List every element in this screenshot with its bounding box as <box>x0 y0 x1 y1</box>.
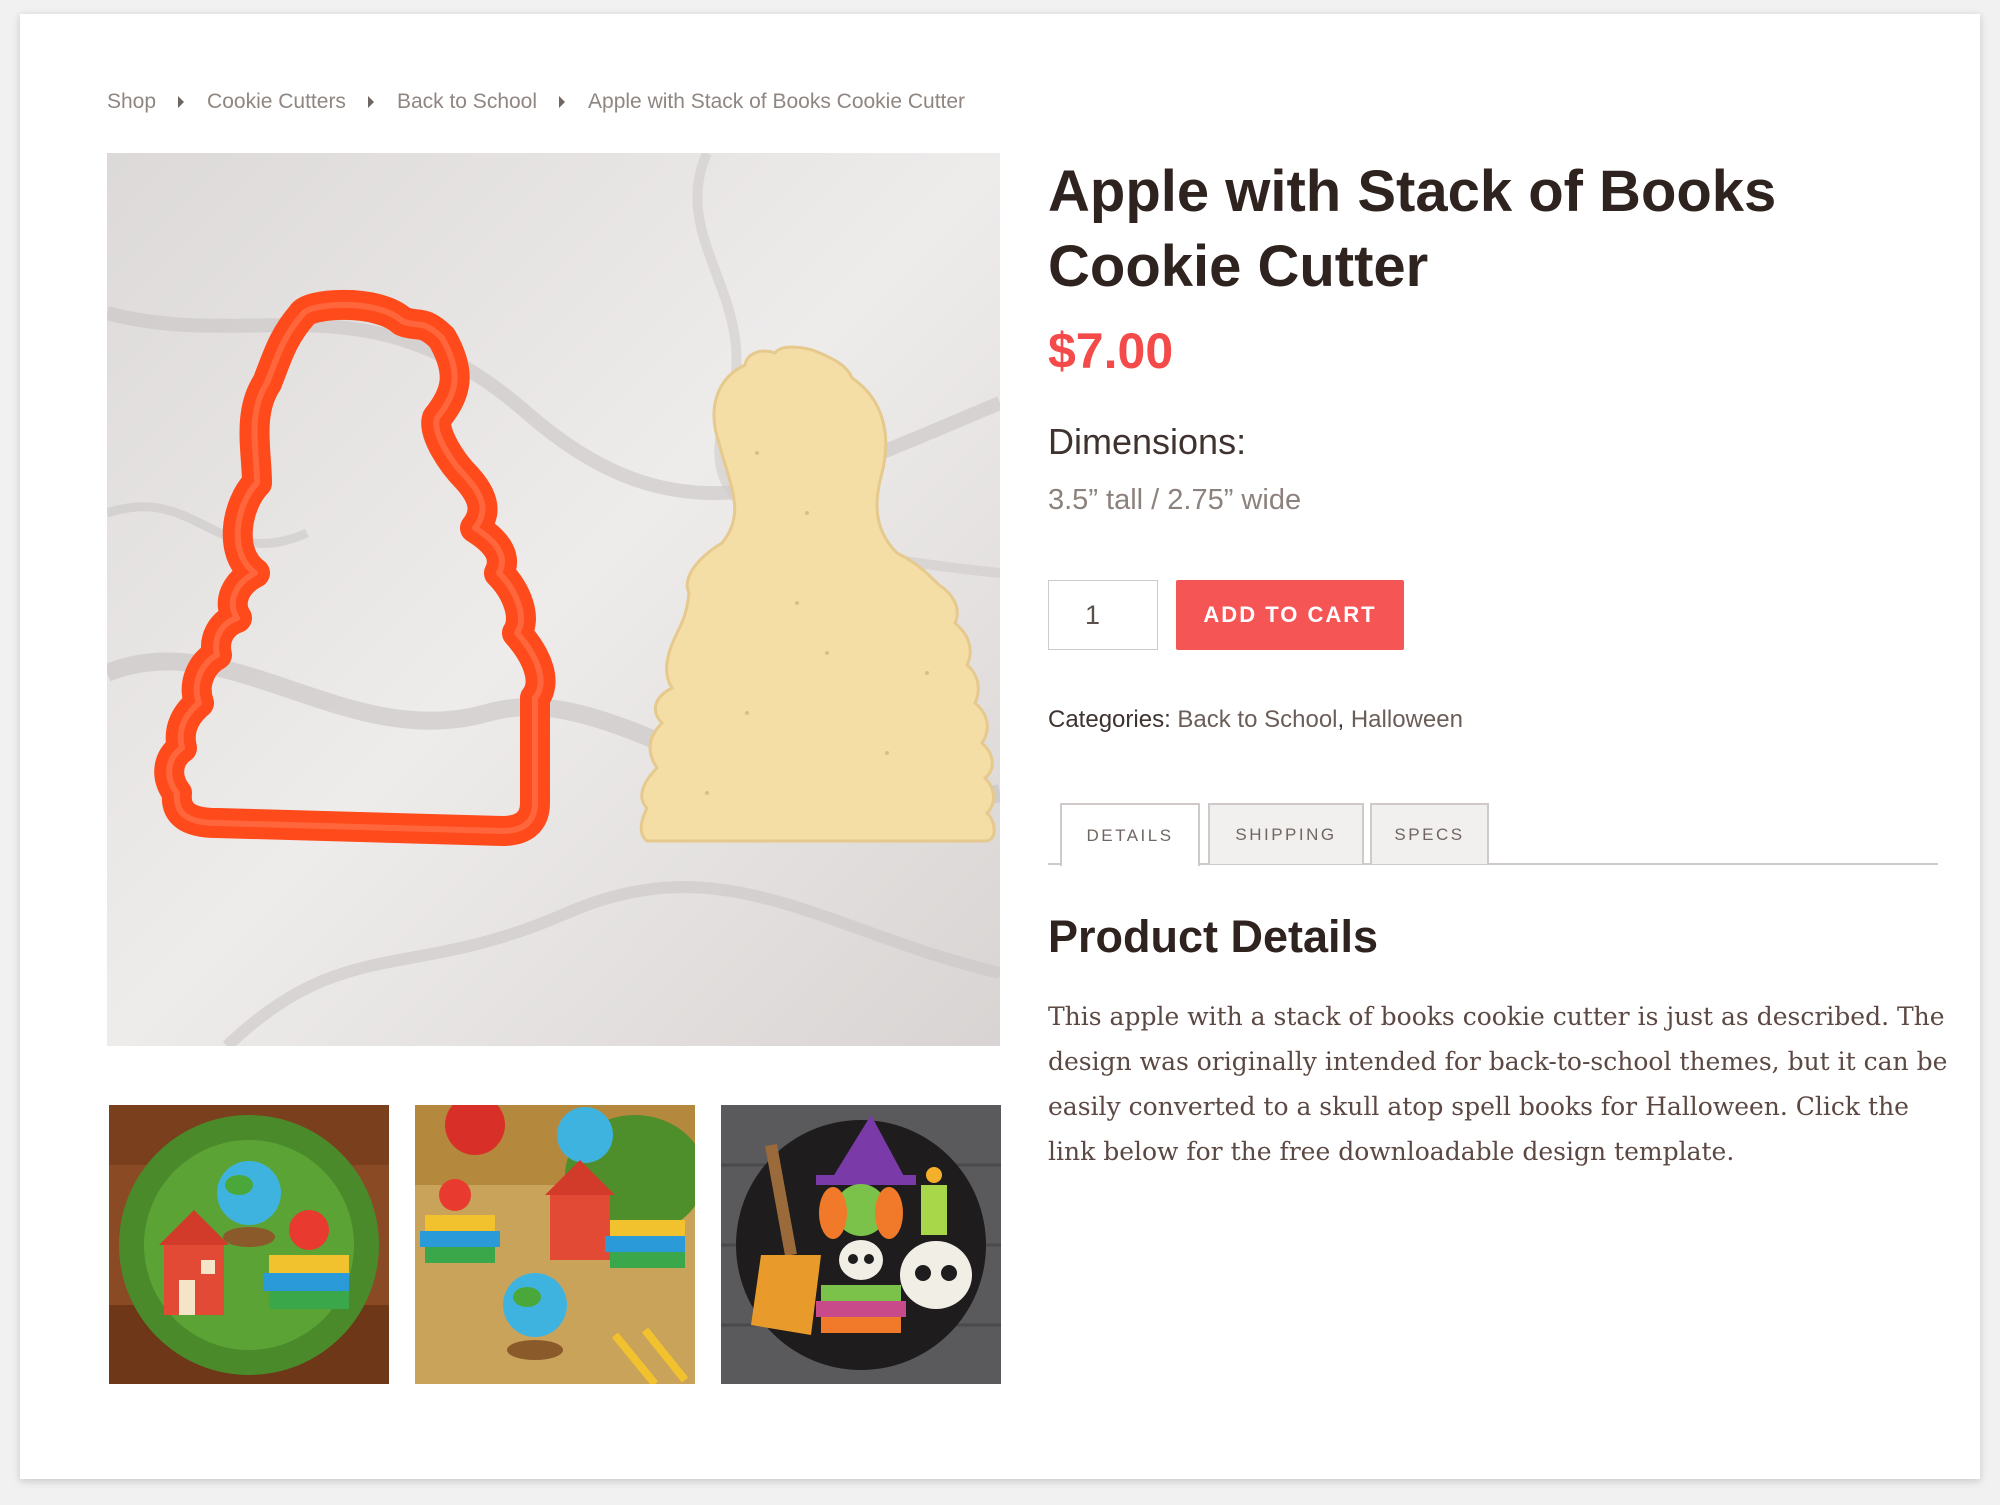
breadcrumb: Shop Cookie Cutters Back to School Apple… <box>107 90 965 114</box>
product-details-heading: Product Details <box>1048 911 1379 962</box>
caret-right-icon <box>367 96 374 108</box>
category-link-halloween[interactable]: Halloween <box>1351 706 1463 733</box>
caret-right-icon <box>559 96 566 108</box>
thumbnail-1[interactable] <box>109 1105 389 1384</box>
cookie-cutter-photo <box>107 153 1000 1046</box>
tab-details[interactable]: DETAILS <box>1060 803 1200 866</box>
breadcrumb-back-to-school[interactable]: Back to School <box>397 90 537 114</box>
halloween-cookies-thumbnail <box>721 1105 1001 1384</box>
thumbnail-3[interactable] <box>721 1105 1001 1384</box>
tab-shipping[interactable]: SHIPPING <box>1208 803 1364 864</box>
schoolhouse-cookies-thumbnail <box>109 1105 389 1384</box>
categories-label: Categories: <box>1048 706 1171 733</box>
categories: Categories: Back to School, Halloween <box>1048 706 1463 734</box>
product-price: $7.00 <box>1048 323 1174 379</box>
thumbnail-2[interactable] <box>415 1105 695 1384</box>
add-to-cart-button[interactable]: ADD TO CART <box>1176 580 1404 650</box>
back-to-school-cookies-thumbnail <box>415 1105 695 1384</box>
category-link-back-to-school[interactable]: Back to School <box>1177 706 1337 733</box>
dimensions-label: Dimensions: <box>1048 421 1247 462</box>
dimensions-value: 3.5” tall / 2.75” wide <box>1048 484 1302 516</box>
breadcrumb-cookie-cutters[interactable]: Cookie Cutters <box>207 90 346 114</box>
category-separator: , <box>1337 706 1345 733</box>
breadcrumb-current-product: Apple with Stack of Books Cookie Cutter <box>588 90 966 113</box>
quantity-input[interactable] <box>1048 580 1158 650</box>
main-product-image[interactable] <box>107 153 1000 1046</box>
breadcrumb-shop[interactable]: Shop <box>107 90 156 114</box>
tab-specs[interactable]: SPECS <box>1370 803 1489 864</box>
product-page-card: Shop Cookie Cutters Back to School Apple… <box>20 14 1980 1479</box>
caret-right-icon <box>178 96 185 108</box>
product-description: This apple with a stack of books cookie … <box>1048 1002 1948 1166</box>
product-title: Apple with Stack of Books Cookie Cutter <box>1048 159 1777 299</box>
